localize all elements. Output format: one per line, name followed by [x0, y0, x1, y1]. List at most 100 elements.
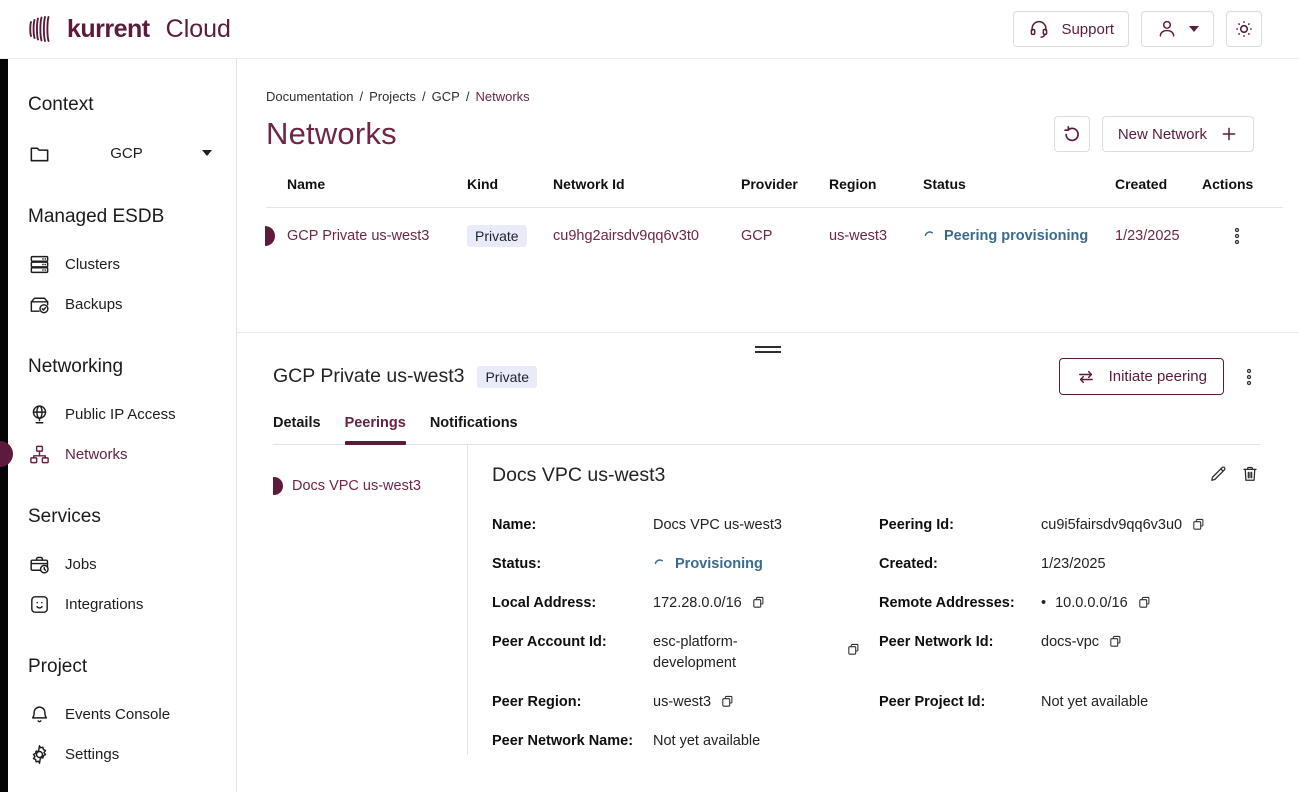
breadcrumb-projects[interactable]: Projects: [369, 89, 416, 104]
folder-icon: [28, 142, 51, 165]
copy-peer-network-id-button[interactable]: [1108, 634, 1123, 649]
col-header-created: Created: [1115, 176, 1202, 192]
headset-icon: [1028, 18, 1050, 40]
peering-id-text: cu9i5fairsdv9qq6v3u0: [1041, 515, 1182, 536]
page-title: Networks: [266, 116, 397, 152]
peerings-list: Docs VPC us-west3: [273, 445, 468, 755]
row-kebab-menu-button[interactable]: [1226, 223, 1248, 249]
delete-peering-button[interactable]: [1240, 464, 1260, 484]
copy-peering-id-button[interactable]: [1191, 517, 1206, 532]
tab-notifications[interactable]: Notifications: [430, 415, 518, 444]
detail-title: GCP Private us-west3: [273, 365, 464, 388]
detail-kind-badge: Private: [477, 366, 537, 388]
kind-badge: Private: [467, 225, 527, 247]
field-label-remote-addresses: Remote Addresses:: [879, 593, 1041, 614]
sidebar-item-label: Settings: [65, 746, 119, 763]
context-selector[interactable]: GCP: [28, 132, 212, 174]
peering-list-item[interactable]: Docs VPC us-west3: [273, 469, 467, 503]
sidebar: Context GCP Managed ESDB: [0, 59, 237, 792]
peering-fields: Name: Docs VPC us-west3 Peering Id: cu9i…: [492, 515, 1260, 752]
support-button[interactable]: Support: [1013, 11, 1129, 47]
main-content: Documentation / Projects / GCP / Network…: [237, 59, 1299, 792]
sidebar-item-label: Integrations: [65, 596, 143, 613]
detail-kebab-menu-button[interactable]: [1238, 364, 1260, 390]
field-label-peer-network-name: Peer Network Name:: [492, 731, 653, 752]
field-label-name: Name:: [492, 515, 653, 536]
cell-created: 1/23/2025: [1115, 228, 1202, 244]
field-value-remote-addresses: • 10.0.0.0/16: [1041, 593, 1260, 614]
kurrent-cloud-logo[interactable]: kurrent Cloud: [28, 14, 231, 44]
refresh-button[interactable]: [1054, 116, 1090, 152]
sidebar-item-settings[interactable]: Settings: [28, 734, 236, 774]
field-label-peering-id: Peering Id:: [879, 515, 1041, 536]
breadcrumb-gcp[interactable]: GCP: [432, 89, 460, 104]
sidebar-heading-networking: Networking: [28, 356, 236, 378]
field-value-created: 1/23/2025: [1041, 554, 1260, 575]
col-header-name: Name: [287, 176, 467, 192]
edit-peering-button[interactable]: [1208, 464, 1228, 484]
refresh-icon: [1062, 124, 1082, 144]
chevron-down-icon: [202, 150, 212, 156]
brand-name: kurrent: [67, 15, 150, 44]
selected-peering-indicator: [273, 477, 283, 495]
field-label-status: Status:: [492, 554, 653, 575]
spinner-icon: [653, 558, 666, 571]
field-value-local-address: 172.28.0.0/16: [653, 593, 879, 614]
sidebar-heading-project: Project: [28, 656, 236, 678]
tab-peerings[interactable]: Peerings: [345, 415, 406, 444]
field-label-peer-region: Peer Region:: [492, 692, 653, 713]
network-detail-panel: GCP Private us-west3 Private Initiate pe…: [237, 332, 1299, 792]
copy-remote-address-button[interactable]: [1137, 595, 1152, 610]
sidebar-item-public-ip-access[interactable]: Public IP Access: [28, 394, 236, 434]
panel-drag-handle[interactable]: [755, 346, 781, 356]
sidebar-heading-context: Context: [28, 94, 236, 116]
field-label-peer-project-id: Peer Project Id:: [879, 692, 1041, 713]
sidebar-item-jobs[interactable]: Jobs: [28, 544, 236, 584]
cell-status: Peering provisioning: [923, 228, 1115, 244]
copy-peer-region-button[interactable]: [720, 694, 735, 709]
field-value-peer-region: us-west3: [653, 692, 879, 713]
bell-icon: [28, 703, 51, 726]
field-value-peer-network-name: Not yet available: [653, 731, 879, 752]
app-header: kurrent Cloud Support: [0, 0, 1299, 59]
user-menu-button[interactable]: [1141, 11, 1214, 47]
cell-kind: Private: [467, 225, 553, 247]
copy-peer-account-id-button[interactable]: [846, 642, 861, 657]
col-header-actions: Actions: [1202, 176, 1283, 192]
initiate-peering-label: Initiate peering: [1109, 368, 1207, 385]
chevron-down-icon: [1189, 26, 1199, 32]
col-header-status: Status: [923, 176, 1115, 192]
peer-network-id-text: docs-vpc: [1041, 632, 1099, 653]
new-network-label: New Network: [1118, 126, 1207, 143]
sun-icon: [1233, 18, 1255, 40]
breadcrumb-separator: /: [466, 89, 470, 104]
tab-details[interactable]: Details: [273, 415, 321, 444]
user-icon: [1156, 18, 1178, 40]
copy-local-address-button[interactable]: [751, 595, 766, 610]
sidebar-item-events-console[interactable]: Events Console: [28, 694, 236, 734]
peering-status-text: Provisioning: [675, 554, 763, 575]
new-network-button[interactable]: New Network: [1102, 116, 1254, 152]
sidebar-heading-services: Services: [28, 506, 236, 528]
breadcrumb: Documentation / Projects / GCP / Network…: [266, 89, 1299, 104]
networks-table: Name Kind Network Id Provider Region Sta…: [266, 176, 1283, 264]
sidebar-item-networks[interactable]: Networks: [28, 434, 236, 474]
table-row[interactable]: GCP Private us-west3 Private cu9hg2airsd…: [266, 208, 1283, 264]
sidebar-item-integrations[interactable]: Integrations: [28, 584, 236, 624]
sidebar-item-clusters[interactable]: Clusters: [28, 244, 236, 284]
breadcrumb-separator: /: [422, 89, 426, 104]
active-item-indicator: [0, 441, 13, 467]
initiate-peering-button[interactable]: Initiate peering: [1059, 358, 1224, 395]
field-value-peer-account-id: esc-platform-development: [653, 632, 879, 674]
sidebar-item-backups[interactable]: Backups: [28, 284, 236, 324]
col-header-network-id: Network Id: [553, 176, 741, 192]
cell-region: us-west3: [829, 228, 923, 244]
breadcrumb-documentation[interactable]: Documentation: [266, 89, 353, 104]
theme-toggle-button[interactable]: [1226, 11, 1262, 47]
peer-account-id-text: esc-platform-development: [653, 632, 803, 674]
clusters-icon: [28, 253, 51, 276]
cell-actions: [1202, 223, 1283, 249]
sidebar-edge-strip: [0, 59, 8, 792]
field-label-peer-account-id: Peer Account Id:: [492, 632, 653, 653]
status-text: Peering provisioning: [944, 228, 1088, 244]
